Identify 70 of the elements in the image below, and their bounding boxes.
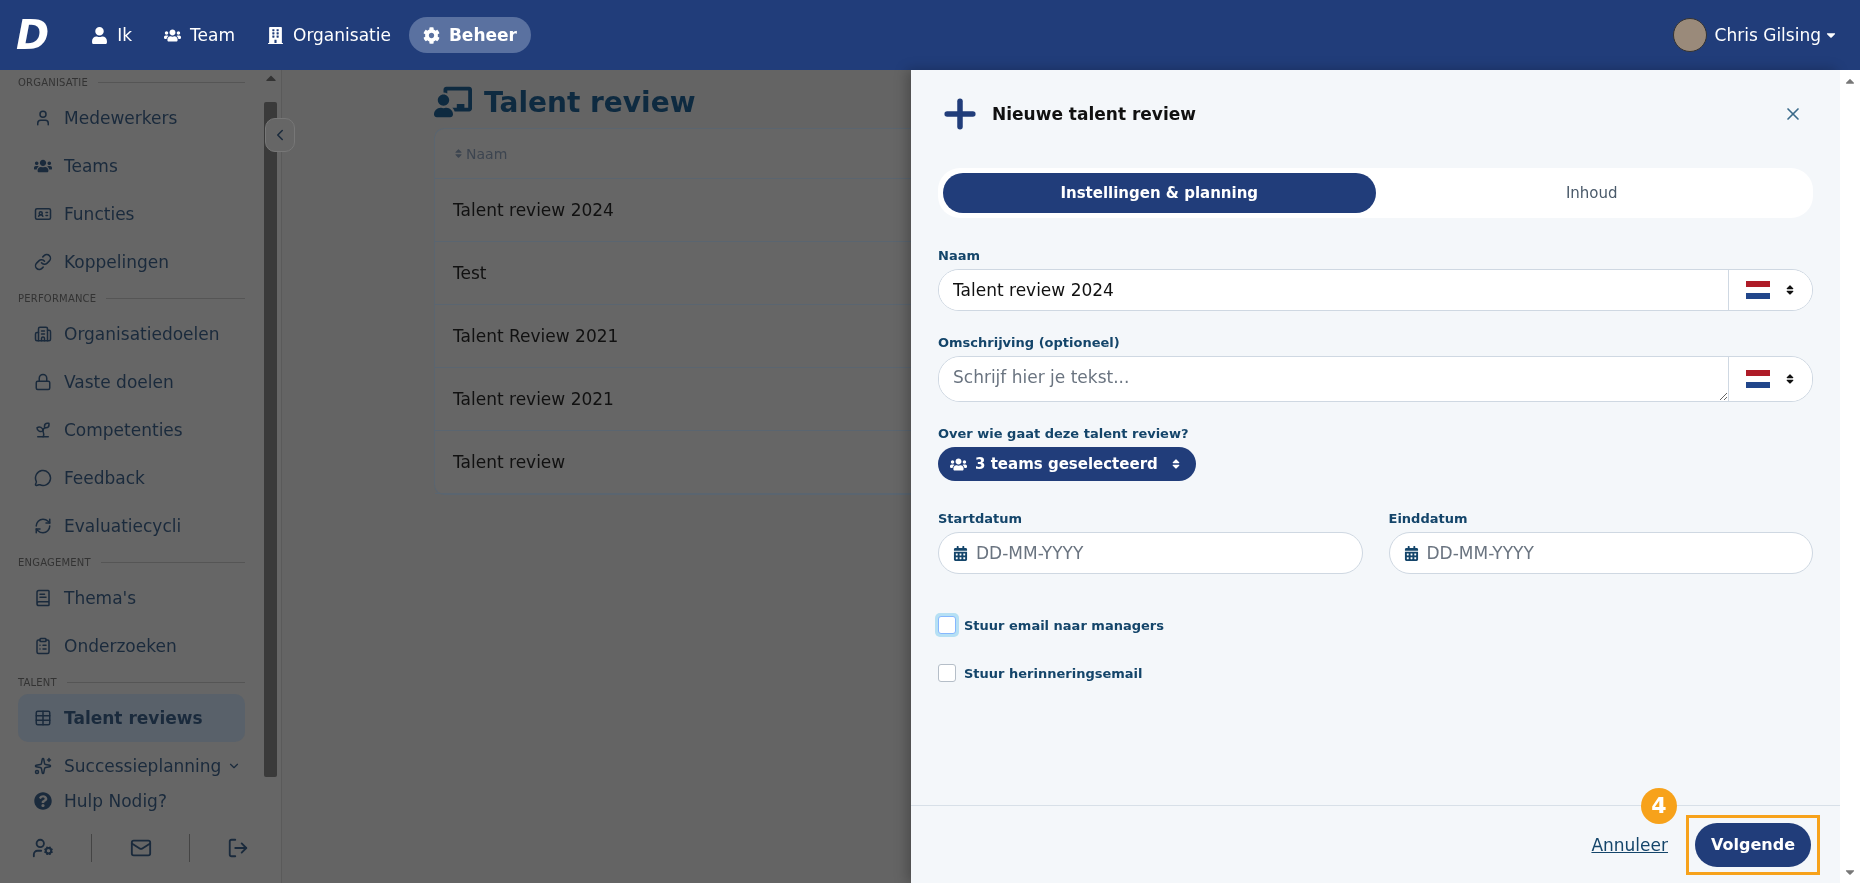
checkbox[interactable] [938,664,956,682]
logo[interactable]: D [16,15,50,55]
cancel-link[interactable]: Annuleer [1591,834,1668,855]
lock-icon [34,373,52,391]
envelope-icon [129,837,152,859]
book-icon [34,589,52,607]
sidebar-item[interactable]: Koppelingen [18,238,245,286]
field-label: Over wie gaat deze talent review? [938,426,1190,441]
sprout-icon [34,421,52,439]
user-menu[interactable]: Chris Gilsing [1714,25,1838,45]
person-icon [91,26,109,44]
user-gear-icon [32,837,54,859]
field-label: Naam [938,248,981,263]
sidebar-item[interactable]: Talent reviews [18,694,245,742]
speech-bubble-icon [34,469,52,487]
help-icon [34,792,52,810]
sidebar-item[interactable]: Functies [18,190,245,238]
flag-icon [1745,281,1770,299]
sidebar-item[interactable]: Thema's [18,574,245,622]
team-select-button[interactable]: 3 teams geselecteerd [938,447,1196,481]
help-link[interactable]: Hulp Nodig? [0,779,281,823]
link-icon [34,253,52,271]
sidebar-item[interactable]: Organisatiedoelen [18,310,245,358]
checkbox-label[interactable]: Stuur email naar managers [964,617,1164,633]
tab[interactable]: Instellingen & planning [943,173,1376,213]
building-icon [34,325,52,343]
grid-icon [34,709,52,727]
calendar-icon [953,545,968,561]
flag-icon [1745,370,1770,388]
checkbox-label[interactable]: Stuur herinneringsemail [964,665,1143,681]
people-icon [34,157,52,175]
nav-item[interactable]: Organisatie [253,17,405,53]
sidebar-item[interactable]: Competenties [18,406,245,454]
sparkles-icon [34,757,52,775]
collapse-button[interactable] [265,118,295,152]
date-input[interactable]: DD-MM-YYYY [974,542,1362,564]
sidebar-item[interactable]: Onderzoeken [18,622,245,670]
settings-icon [422,26,440,44]
field-label: Omschrijving (optioneel) [938,335,1121,350]
sidebar-item[interactable]: Teams [18,142,245,190]
calendar-icon [1403,545,1419,561]
sidebar-item[interactable]: Vaste doelen [18,358,245,406]
language-select[interactable] [1728,357,1812,401]
person-icon [34,109,52,127]
building-icon [267,26,284,44]
sort-icon [453,148,464,159]
nav-item[interactable]: Beheer [408,17,531,53]
sidebar-item[interactable]: Evaluatiecycli [18,502,245,550]
nav-item[interactable]: Ik [77,17,147,53]
refresh-icon [34,517,52,535]
field-label: Einddatum [1388,511,1469,526]
field-label: Startdatum [938,511,1024,526]
next-button[interactable]: Volgende [1695,822,1811,867]
date-field[interactable]: DD-MM-YYYY [938,532,1363,574]
panel-title: Nieuwe talent review [992,104,1197,124]
scrollbar-thumb[interactable] [264,102,277,777]
nav-item[interactable]: Team [150,17,249,53]
id-card-icon [34,205,52,223]
language-select[interactable] [1728,270,1812,310]
step-badge: 4 [1641,787,1677,824]
sidebar-item[interactable]: Feedback [18,454,245,502]
clipboard-icon [34,637,52,655]
logout-icon [227,837,249,859]
sidebar-item[interactable]: Medewerkers [18,94,245,142]
page-title: Talent review [484,85,696,119]
date-field[interactable]: DD-MM-YYYY [1388,532,1813,574]
tab[interactable]: Inhoud [1375,173,1808,213]
avatar [1672,18,1707,52]
sidebar-item[interactable]: Successieplanning [18,742,245,779]
date-input[interactable]: DD-MM-YYYY [1424,542,1812,564]
